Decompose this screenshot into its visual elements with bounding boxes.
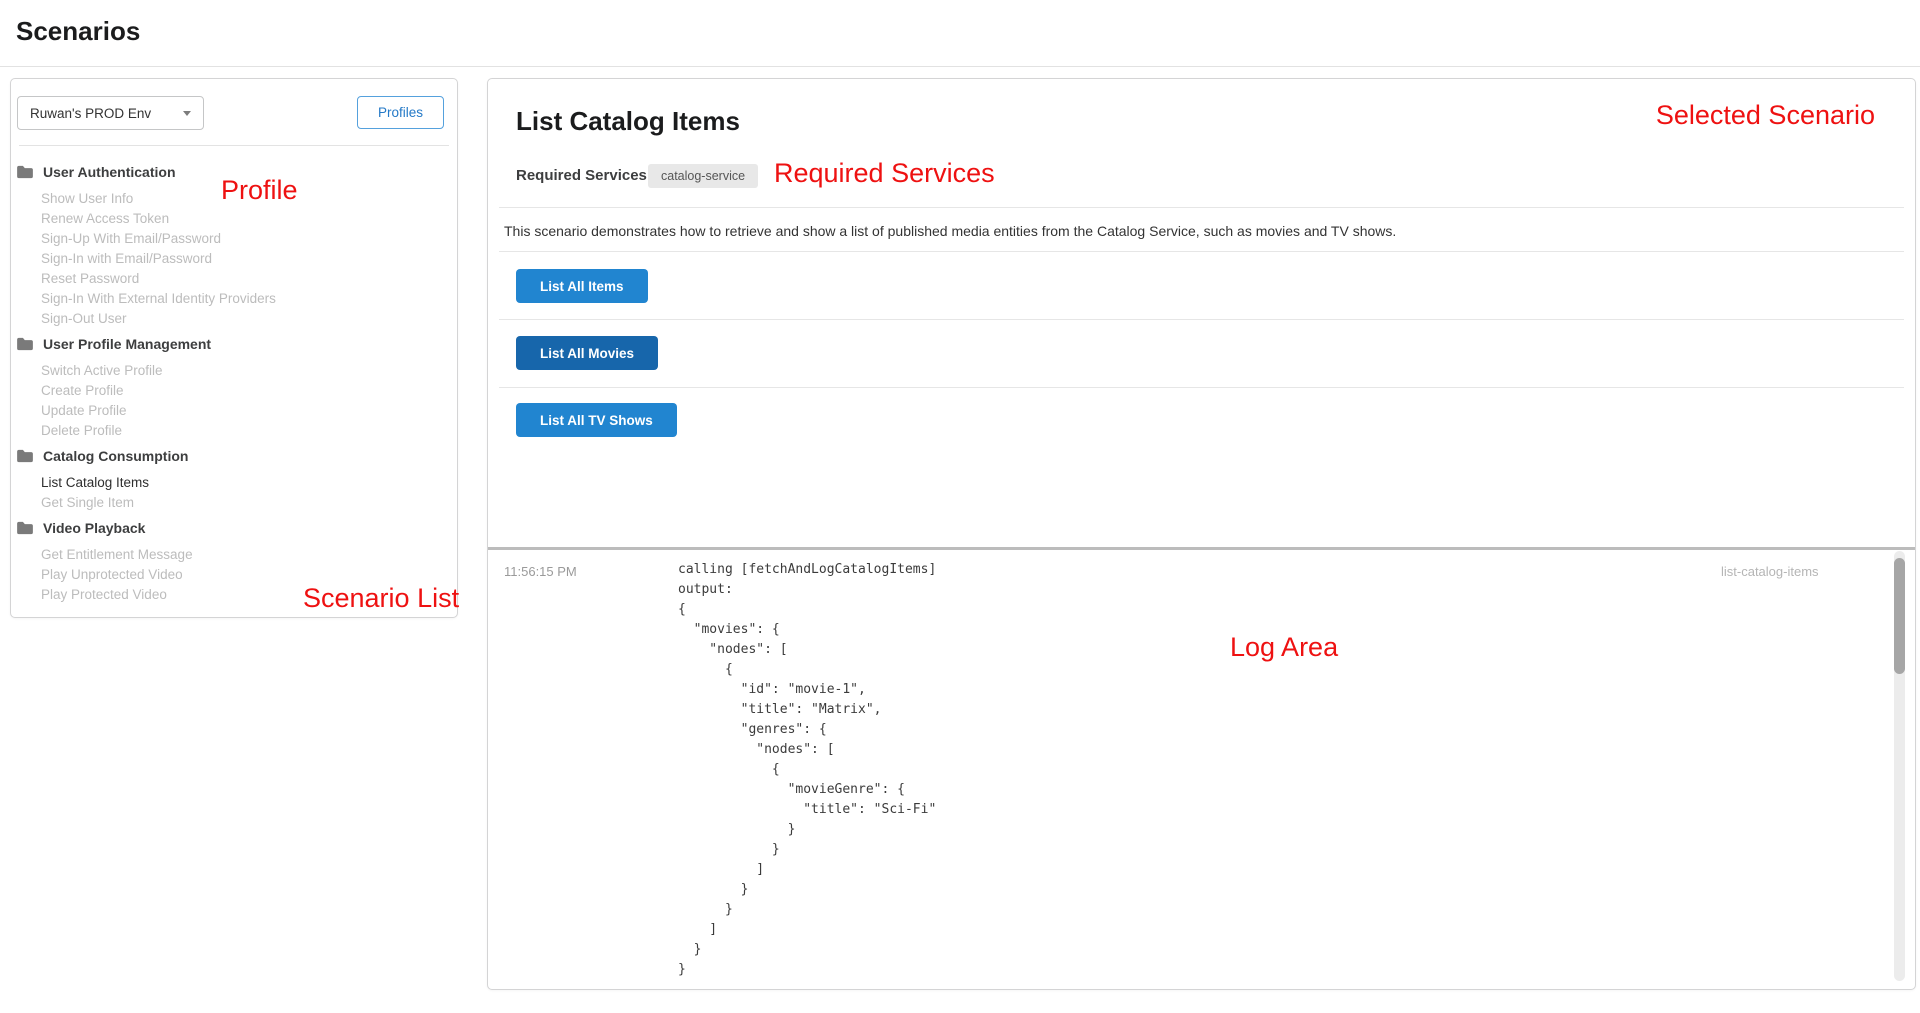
- scenario-title: List Catalog Items: [516, 106, 740, 137]
- scenario-item[interactable]: Show User Info: [41, 189, 457, 209]
- scenario-folder-label: User Profile Management: [43, 336, 211, 352]
- scenario-sections: User Authentication Show User InfoRenew A…: [11, 161, 457, 605]
- scenario-item-list: Show User InfoRenew Access TokenSign-Up …: [11, 189, 457, 329]
- divider: [499, 251, 1904, 252]
- list-all-tv-shows-button[interactable]: List All TV Shows: [516, 403, 677, 437]
- annotation-required-services: Required Services: [774, 159, 995, 189]
- app-header: Scenarios: [0, 0, 1920, 67]
- divider: [19, 145, 449, 146]
- scenario-item[interactable]: Delete Profile: [41, 421, 457, 441]
- log-output: calling [fetchAndLogCatalogItems] output…: [678, 560, 936, 980]
- folder-icon: [16, 521, 34, 535]
- scenario-item[interactable]: Create Profile: [41, 381, 457, 401]
- list-all-items-button[interactable]: List All Items: [516, 269, 648, 303]
- scenario-folder-label: Video Playback: [43, 520, 145, 536]
- required-services-label: Required Services:: [516, 167, 652, 184]
- scenario-section: User Profile Management Switch Active Pro…: [11, 333, 457, 441]
- scenario-folder[interactable]: User Authentication: [11, 161, 457, 183]
- divider: [499, 387, 1904, 388]
- profile-dropdown-value: Ruwan's PROD Env: [30, 106, 183, 121]
- scenario-item[interactable]: Get Single Item: [41, 493, 457, 513]
- scenario-item[interactable]: Sign-Up With Email/Password: [41, 229, 457, 249]
- scenario-item[interactable]: Sign-In with Email/Password: [41, 249, 457, 269]
- profile-dropdown[interactable]: Ruwan's PROD Env: [17, 96, 204, 130]
- list-all-movies-button[interactable]: List All Movies: [516, 336, 658, 370]
- annotation-scenario-list: Scenario List: [303, 584, 459, 614]
- scenario-item-list: List Catalog ItemsGet Single Item: [11, 473, 457, 513]
- log-scrollbar-track[interactable]: [1894, 551, 1905, 981]
- scenario-item-list: Switch Active ProfileCreate ProfileUpdat…: [11, 361, 457, 441]
- annotation-selected-scenario: Selected Scenario: [1656, 101, 1875, 131]
- scenario-item[interactable]: Renew Access Token: [41, 209, 457, 229]
- scenario-item[interactable]: Sign-In With External Identity Providers: [41, 289, 457, 309]
- scenario-folder[interactable]: Video Playback: [11, 517, 457, 539]
- service-badge: catalog-service: [648, 164, 758, 188]
- scenario-item[interactable]: Reset Password: [41, 269, 457, 289]
- annotation-log-area: Log Area: [1230, 633, 1338, 663]
- scenario-item[interactable]: Get Entitlement Message: [41, 545, 457, 565]
- folder-icon: [16, 449, 34, 463]
- scenario-section: Catalog Consumption List Catalog ItemsGet…: [11, 445, 457, 513]
- page-title: Scenarios: [16, 16, 140, 47]
- scenario-item[interactable]: Play Unprotected Video: [41, 565, 457, 585]
- folder-icon: [16, 165, 34, 179]
- log-timestamp: 11:56:15 PM: [504, 564, 577, 579]
- scenario-section: User Authentication Show User InfoRenew A…: [11, 161, 457, 329]
- scenario-folder-label: Catalog Consumption: [43, 448, 188, 464]
- log-divider: [488, 547, 1915, 550]
- scenario-item[interactable]: List Catalog Items: [41, 473, 457, 493]
- scenario-description: This scenario demonstrates how to retrie…: [504, 223, 1396, 239]
- divider: [499, 207, 1904, 208]
- scenario-folder[interactable]: User Profile Management: [11, 333, 457, 355]
- log-scenario-id: list-catalog-items: [1721, 564, 1819, 579]
- caret-down-icon: [183, 111, 191, 116]
- required-services-badges: catalog-service: [648, 164, 758, 188]
- folder-icon: [16, 337, 34, 351]
- scenario-item[interactable]: Switch Active Profile: [41, 361, 457, 381]
- scenario-item[interactable]: Update Profile: [41, 401, 457, 421]
- scenario-folder[interactable]: Catalog Consumption: [11, 445, 457, 467]
- selected-scenario-panel: List Catalog Items Required Services: ca…: [487, 78, 1916, 990]
- scenario-list-panel: Ruwan's PROD Env Profile Profiles User A…: [10, 78, 458, 618]
- scenario-item[interactable]: Sign-Out User: [41, 309, 457, 329]
- divider: [499, 319, 1904, 320]
- profiles-button[interactable]: Profiles: [357, 96, 444, 129]
- scenario-folder-label: User Authentication: [43, 164, 176, 180]
- log-scrollbar-thumb[interactable]: [1894, 558, 1905, 674]
